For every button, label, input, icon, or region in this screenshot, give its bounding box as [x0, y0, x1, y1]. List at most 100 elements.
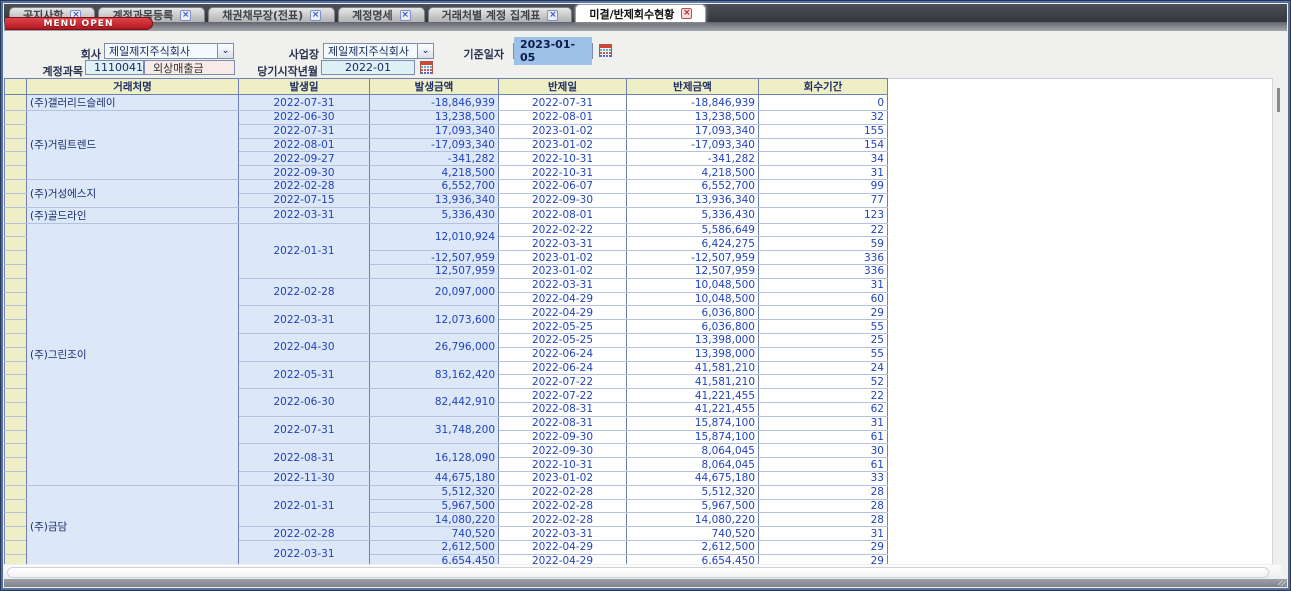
occurrence-date-cell[interactable]: 2022-09-27 [239, 152, 370, 166]
occurrence-amount-cell[interactable]: 12,073,600 [370, 306, 499, 334]
company-select[interactable]: 제일제지주식회사 ⌄ [104, 43, 234, 59]
collection-days-cell[interactable]: 336 [759, 251, 888, 265]
row-indicator-cell[interactable] [5, 416, 27, 430]
vertical-scrollbar[interactable] [1272, 78, 1283, 564]
column-header[interactable]: 발생금액 [370, 79, 499, 95]
occurrence-amount-cell[interactable]: 13,238,500 [370, 111, 499, 125]
vendor-name-cell[interactable]: (주)거성에스지 [27, 179, 239, 207]
base-date-input[interactable]: 2023-01-05 [513, 43, 593, 59]
occurrence-date-cell[interactable]: 2022-08-01 [239, 138, 370, 152]
collection-days-cell[interactable]: 29 [759, 554, 888, 564]
row-indicator-cell[interactable] [5, 554, 27, 564]
settlement-amount-cell[interactable]: 13,238,500 [627, 111, 759, 125]
vertical-scrollbar-thumb[interactable] [1277, 88, 1280, 112]
column-header[interactable]: 회수기간 [759, 79, 888, 95]
settlement-date-cell[interactable]: 2022-06-24 [499, 361, 627, 375]
account-name-field[interactable]: 외상매출금 [144, 60, 235, 75]
collection-days-cell[interactable]: 154 [759, 138, 888, 152]
occurrence-date-cell[interactable]: 2022-07-31 [239, 416, 370, 444]
row-indicator-cell[interactable] [5, 95, 27, 111]
column-header[interactable]: 반제금액 [627, 79, 759, 95]
collection-days-cell[interactable]: 28 [759, 513, 888, 527]
row-indicator-cell[interactable] [5, 471, 27, 485]
settlement-amount-cell[interactable]: 17,093,340 [627, 124, 759, 138]
tab-close-icon[interactable]: × [547, 10, 558, 21]
settlement-amount-cell[interactable]: 5,336,430 [627, 207, 759, 223]
collection-days-cell[interactable]: 33 [759, 471, 888, 485]
row-indicator-cell[interactable] [5, 152, 27, 166]
row-indicator-cell[interactable] [5, 347, 27, 361]
settlement-date-cell[interactable]: 2022-07-22 [499, 375, 627, 389]
settlement-amount-cell[interactable]: -341,282 [627, 152, 759, 166]
settlement-amount-cell[interactable]: 8,064,045 [627, 444, 759, 458]
settlement-date-cell[interactable]: 2022-09-30 [499, 444, 627, 458]
vendor-name-cell[interactable]: (주)금담 [27, 485, 239, 564]
settlement-date-cell[interactable]: 2022-08-01 [499, 207, 627, 223]
settlement-date-cell[interactable]: 2022-03-31 [499, 237, 627, 251]
settlement-amount-cell[interactable]: 41,581,210 [627, 361, 759, 375]
occurrence-amount-cell[interactable]: -17,093,340 [370, 138, 499, 152]
settlement-date-cell[interactable]: 2023-01-02 [499, 264, 627, 278]
tab-5[interactable]: 거래처별 계정 집계표× [428, 7, 573, 22]
occurrence-amount-cell[interactable]: 16,128,090 [370, 444, 499, 472]
collection-days-cell[interactable]: 28 [759, 499, 888, 513]
column-header[interactable]: 거래처명 [27, 79, 239, 95]
settlement-amount-cell[interactable]: 13,398,000 [627, 333, 759, 347]
occurrence-amount-cell[interactable]: -341,282 [370, 152, 499, 166]
settlement-amount-cell[interactable]: -12,507,959 [627, 251, 759, 265]
row-indicator-cell[interactable] [5, 264, 27, 278]
settlement-date-cell[interactable]: 2022-04-29 [499, 540, 627, 554]
occurrence-amount-cell[interactable]: 5,336,430 [370, 207, 499, 223]
settlement-date-cell[interactable]: 2023-01-02 [499, 138, 627, 152]
occurrence-date-cell[interactable]: 2022-02-28 [239, 278, 370, 306]
row-indicator-cell[interactable] [5, 207, 27, 223]
row-indicator-cell[interactable] [5, 179, 27, 193]
settlement-amount-cell[interactable]: 13,398,000 [627, 347, 759, 361]
settlement-amount-cell[interactable]: 6,424,275 [627, 237, 759, 251]
row-indicator-cell[interactable] [5, 402, 27, 416]
settlement-date-cell[interactable]: 2023-01-02 [499, 124, 627, 138]
tab-close-icon[interactable]: × [310, 10, 321, 21]
occurrence-amount-cell[interactable]: 12,010,924 [370, 223, 499, 251]
row-indicator-cell[interactable] [5, 361, 27, 375]
row-indicator-cell[interactable] [5, 306, 27, 320]
settlement-amount-cell[interactable]: 41,221,455 [627, 402, 759, 416]
resize-grip-icon[interactable] [1278, 580, 1286, 586]
occurrence-date-cell[interactable]: 2022-06-30 [239, 389, 370, 417]
occurrence-amount-cell[interactable]: 6,654,450 [370, 554, 499, 564]
collection-days-cell[interactable]: 52 [759, 375, 888, 389]
settlement-amount-cell[interactable]: -17,093,340 [627, 138, 759, 152]
occurrence-amount-cell[interactable]: -12,507,959 [370, 251, 499, 265]
occurrence-amount-cell[interactable]: 5,967,500 [370, 499, 499, 513]
settlement-amount-cell[interactable]: 14,080,220 [627, 513, 759, 527]
collection-days-cell[interactable]: 59 [759, 237, 888, 251]
settlement-amount-cell[interactable]: 2,612,500 [627, 540, 759, 554]
settlement-date-cell[interactable]: 2022-06-07 [499, 179, 627, 193]
occurrence-amount-cell[interactable]: 12,507,959 [370, 264, 499, 278]
menu-open-button[interactable]: MENU OPEN [5, 17, 153, 30]
row-indicator-cell[interactable] [5, 485, 27, 499]
settlement-date-cell[interactable]: 2022-08-01 [499, 111, 627, 125]
settlement-amount-cell[interactable]: 5,586,649 [627, 223, 759, 237]
settlement-date-cell[interactable]: 2022-02-28 [499, 499, 627, 513]
settlement-amount-cell[interactable]: 13,936,340 [627, 193, 759, 207]
occurrence-date-cell[interactable]: 2022-04-30 [239, 333, 370, 361]
workplace-select[interactable]: 제일제지주식회사 ⌄ [323, 43, 434, 59]
occurrence-date-cell[interactable]: 2022-02-28 [239, 527, 370, 541]
settlement-amount-cell[interactable]: 12,507,959 [627, 264, 759, 278]
column-header[interactable]: 발생일 [239, 79, 370, 95]
tab-6[interactable]: 미결/반제회수현황× [575, 4, 706, 22]
collection-days-cell[interactable]: 30 [759, 444, 888, 458]
row-indicator-cell[interactable] [5, 292, 27, 306]
occurrence-date-cell[interactable]: 2022-07-15 [239, 193, 370, 207]
row-indicator-cell[interactable] [5, 513, 27, 527]
settlement-date-cell[interactable]: 2022-06-24 [499, 347, 627, 361]
row-indicator-cell[interactable] [5, 540, 27, 554]
row-indicator-cell[interactable] [5, 251, 27, 265]
occurrence-date-cell[interactable]: 2022-05-31 [239, 361, 370, 389]
collection-days-cell[interactable]: 31 [759, 527, 888, 541]
settlement-date-cell[interactable]: 2022-03-31 [499, 527, 627, 541]
settlement-date-cell[interactable]: 2023-01-02 [499, 471, 627, 485]
settlement-date-cell[interactable]: 2022-08-31 [499, 402, 627, 416]
collection-days-cell[interactable]: 22 [759, 223, 888, 237]
